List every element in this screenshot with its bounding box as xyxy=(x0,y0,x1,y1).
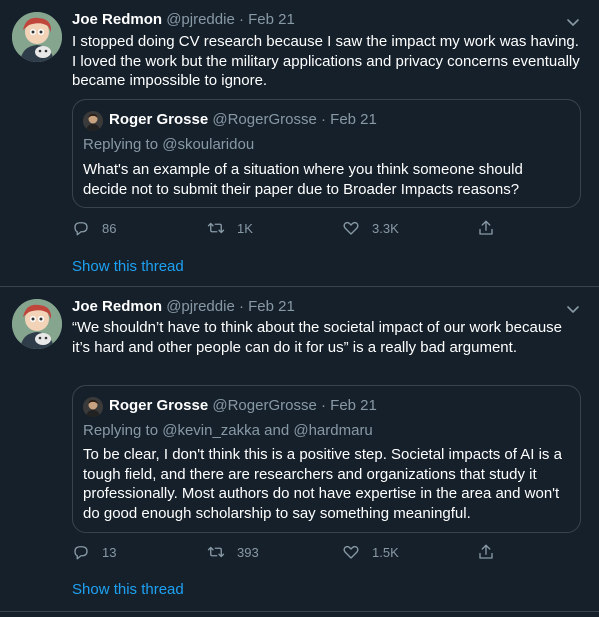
reply-count: 13 xyxy=(102,544,117,560)
retweet-icon xyxy=(207,546,225,558)
chevron-down-icon[interactable] xyxy=(565,301,581,317)
tweet-actions: 86 1K 3.3K xyxy=(72,218,502,238)
quoted-tweet[interactable]: Roger Grosse @RogerGrosse · Feb 21 Reply… xyxy=(72,99,581,208)
quoted-avatar xyxy=(83,397,103,417)
like-icon xyxy=(343,221,359,235)
tweet-text: I stopped doing CV research because I sa… xyxy=(72,33,580,89)
quoted-date: Feb 21 xyxy=(330,397,377,414)
quoted-avatar-illustration xyxy=(83,111,103,131)
retweet-count: 1K xyxy=(237,220,253,236)
replying-to: Replying to @skoularidou xyxy=(83,135,254,155)
retweet-icon xyxy=(207,222,225,234)
quoted-author-name: Roger Grosse xyxy=(109,111,209,128)
quoted-date: Feb 21 xyxy=(330,111,377,128)
share-button[interactable] xyxy=(477,218,507,238)
replying-to-label: Replying to xyxy=(83,422,159,439)
replying-to-mentions: @kevin_zakka and @hardmaru xyxy=(162,422,373,439)
reply-icon xyxy=(74,222,88,236)
quoted-header: Roger Grosse @RogerGrosse · Feb 21 xyxy=(109,396,377,416)
separator-dot: · xyxy=(320,397,326,414)
author-name[interactable]: Joe Redmon xyxy=(72,298,162,315)
quoted-tweet[interactable]: Roger Grosse @RogerGrosse · Feb 21 Reply… xyxy=(72,385,581,533)
retweet-count: 393 xyxy=(237,544,259,560)
replying-to-label: Replying to xyxy=(83,136,159,153)
chevron-down-icon[interactable] xyxy=(565,14,581,30)
author-handle[interactable]: @pjreddie xyxy=(166,298,235,315)
tweet-header: Joe Redmon @pjreddie · Feb 21 xyxy=(72,10,295,30)
retweet-button[interactable]: 393 xyxy=(207,542,259,562)
reply-icon xyxy=(74,546,88,560)
share-icon xyxy=(479,544,493,559)
avatar-illustration xyxy=(12,299,62,349)
reply-button[interactable]: 86 xyxy=(72,218,116,238)
separator-dot: · xyxy=(320,111,326,128)
tweet-date[interactable]: Feb 21 xyxy=(248,11,295,28)
reply-button[interactable]: 13 xyxy=(72,542,116,562)
avatar[interactable] xyxy=(12,12,62,62)
like-count: 1.5K xyxy=(372,544,399,560)
like-button[interactable]: 3.3K xyxy=(342,218,399,238)
share-button[interactable] xyxy=(477,542,507,562)
share-icon xyxy=(479,220,493,235)
author-name[interactable]: Joe Redmon xyxy=(72,11,162,28)
quoted-header: Roger Grosse @RogerGrosse · Feb 21 xyxy=(109,110,377,130)
show-thread-link[interactable]: Show this thread xyxy=(72,257,184,277)
like-icon xyxy=(343,545,359,559)
replying-to: Replying to @kevin_zakka and @hardmaru xyxy=(83,421,373,441)
quoted-author-handle: @RogerGrosse xyxy=(212,111,317,128)
quoted-text: To be clear, I don't think this is a pos… xyxy=(83,446,562,522)
quoted-text: What's an example of a situation where y… xyxy=(83,161,523,198)
separator-dot: · xyxy=(238,298,244,315)
like-button[interactable]: 1.5K xyxy=(342,542,399,562)
like-count: 3.3K xyxy=(372,220,399,236)
quoted-avatar xyxy=(83,111,103,131)
tweet-date[interactable]: Feb 21 xyxy=(248,298,295,315)
separator-dot: · xyxy=(238,11,244,28)
quoted-author-name: Roger Grosse xyxy=(109,397,209,414)
retweet-button[interactable]: 1K xyxy=(207,218,253,238)
reply-count: 86 xyxy=(102,220,117,236)
author-handle[interactable]: @pjreddie xyxy=(166,11,235,28)
tweet-text: “We shouldn’t have to think about the so… xyxy=(72,319,562,356)
tweet-header: Joe Redmon @pjreddie · Feb 21 xyxy=(72,297,295,317)
quoted-avatar-illustration xyxy=(83,397,103,417)
tweet[interactable]: Joe Redmon @pjreddie · Feb 21 “We should… xyxy=(0,287,599,612)
avatar[interactable] xyxy=(12,299,62,349)
replying-to-mentions: @skoularidou xyxy=(162,136,255,153)
avatar-illustration xyxy=(12,12,62,62)
tweet[interactable]: Joe Redmon @pjreddie · Feb 21 I stopped … xyxy=(0,0,599,287)
show-thread-link[interactable]: Show this thread xyxy=(72,580,184,600)
quoted-author-handle: @RogerGrosse xyxy=(212,397,317,414)
tweet-actions: 13 393 1.5K xyxy=(72,542,502,562)
